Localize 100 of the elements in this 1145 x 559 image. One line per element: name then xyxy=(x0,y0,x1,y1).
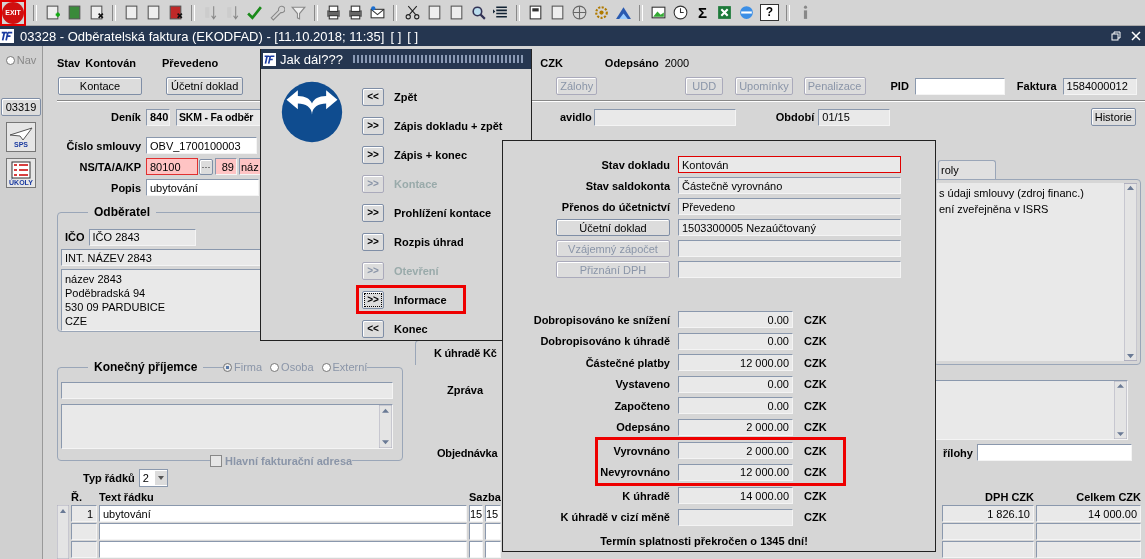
history-button[interactable]: Historie xyxy=(1090,108,1136,126)
scrollbar[interactable] xyxy=(379,405,392,448)
rule-field[interactable] xyxy=(593,108,736,126)
status-field[interactable]: Kontován xyxy=(678,156,901,173)
line-type-select[interactable]: 2 xyxy=(138,469,168,487)
scrollbar[interactable] xyxy=(1114,381,1127,439)
sort-icon[interactable] xyxy=(224,4,241,21)
spreadsheet-icon[interactable] xyxy=(716,4,733,21)
check-icon[interactable] xyxy=(246,4,263,21)
invoice-field[interactable]: 1584000012 xyxy=(1062,77,1137,95)
field-label: Stav saldokonta xyxy=(584,179,672,192)
clock-icon[interactable] xyxy=(672,4,689,21)
currency-label: CZK xyxy=(804,466,827,479)
scrollbar[interactable] xyxy=(1124,183,1137,361)
sort-icon[interactable] xyxy=(202,4,219,21)
description-label: Popis xyxy=(110,181,141,194)
attachments-field[interactable] xyxy=(976,444,1132,461)
table-cell: 15 xyxy=(469,505,483,522)
arrow-button[interactable]: >> xyxy=(362,145,384,164)
document-button[interactable]: Účetní doklad xyxy=(556,219,670,236)
action-button[interactable]: Účetní doklad xyxy=(166,77,244,95)
amount-field[interactable]: 2 000.00 xyxy=(678,418,793,436)
envelope-icon[interactable] xyxy=(369,4,386,21)
amount-field[interactable]: 0.00 xyxy=(678,375,793,393)
help-button[interactable]: ? xyxy=(760,4,779,21)
amount-field[interactable]: 0.00 xyxy=(678,332,793,350)
option-label: Informace xyxy=(394,293,447,306)
notes-field[interactable]: s údaji smlouvy (zdroj financ.) ení zveřejněna v ISRS xyxy=(937,183,1137,361)
order-label: Objednávka xyxy=(437,447,498,459)
arrow-button[interactable]: >> xyxy=(362,116,384,135)
window-title: 03328 - Odběratelská faktura (EKODFAD) - [11.10.2018; 11:35] xyxy=(20,28,385,44)
document-icon[interactable] xyxy=(88,4,105,21)
arrow-button[interactable]: >> xyxy=(362,203,384,222)
arrow-button[interactable]: >> xyxy=(362,232,384,251)
description-field[interactable]: ubytování xyxy=(146,179,259,196)
list-icon[interactable] xyxy=(492,4,509,21)
dialog-title: Jak dál??? xyxy=(280,51,343,67)
wrench-icon[interactable] xyxy=(268,4,285,21)
scissors-icon[interactable] xyxy=(404,4,421,21)
status-field[interactable] xyxy=(678,261,901,278)
account-code-field[interactable]: 80100 xyxy=(146,158,198,175)
amount-label: Započteno xyxy=(613,399,671,412)
printer-icon[interactable] xyxy=(347,4,364,21)
status-field[interactable]: Částečně vyrovnáno xyxy=(678,177,901,194)
gear-icon[interactable] xyxy=(593,4,610,21)
action-button[interactable]: Kontace xyxy=(58,77,142,95)
amount-field[interactable]: 0.00 xyxy=(678,311,793,329)
option-label: Zpět xyxy=(394,90,418,103)
attachments-label: řílohy xyxy=(943,446,973,459)
recipient-field[interactable] xyxy=(61,382,393,399)
calculator-icon[interactable] xyxy=(527,4,544,21)
amount-field[interactable]: 2 000.00 xyxy=(678,442,793,460)
address-field[interactable]: název 2843 Poděbradská 94 530 09 PARDUBICE CZE xyxy=(61,269,261,331)
amount-label: Dobropisováno k úhradě xyxy=(539,335,671,348)
scrollbar[interactable] xyxy=(57,505,69,559)
option-label: Otevření xyxy=(394,264,439,277)
printer-icon[interactable] xyxy=(325,4,342,21)
document-icon[interactable] xyxy=(167,4,184,21)
company-id-field[interactable]: IČO 2843 xyxy=(88,228,196,246)
pid-field[interactable] xyxy=(914,77,1005,95)
message-field[interactable] xyxy=(933,380,1128,440)
activity-field[interactable]: 89 xyxy=(215,158,237,175)
table-cell: ubytování xyxy=(99,505,467,522)
table-cell: 15 xyxy=(485,505,501,522)
arrow-button[interactable]: >> xyxy=(362,290,384,309)
field-label: Stav dokladu xyxy=(600,158,671,171)
restore-icon[interactable] xyxy=(1111,31,1121,41)
currency-label: CZK xyxy=(804,356,827,369)
record-button[interactable]: 03319 xyxy=(0,98,42,116)
recipient-address-field[interactable] xyxy=(61,404,393,449)
amount-field[interactable]: 14 000.00 xyxy=(678,487,793,505)
picture-icon[interactable] xyxy=(650,4,667,21)
contract-field[interactable]: OBV_1700100003 xyxy=(146,137,257,154)
currency-label: CZK xyxy=(804,444,827,457)
filter-icon[interactable] xyxy=(290,4,307,21)
tab[interactable]: roly xyxy=(938,160,996,179)
status-field[interactable]: Převedeno xyxy=(678,198,901,215)
period-field[interactable]: 01/15 xyxy=(818,108,891,126)
title-tag: [ ] xyxy=(407,28,419,44)
group-title: Konečný příjemce xyxy=(88,360,204,374)
table-cell xyxy=(469,541,483,558)
close-icon[interactable] xyxy=(1131,31,1141,41)
amount-field[interactable]: 12 000.00 xyxy=(678,463,793,481)
search-icon[interactable] xyxy=(470,4,487,21)
table-cell xyxy=(485,541,501,558)
paper-plane-icon xyxy=(9,126,33,141)
table-cell: 1 826.10 xyxy=(942,505,1034,522)
amount-field[interactable] xyxy=(678,508,793,526)
sum-button[interactable]: Σ xyxy=(694,4,711,21)
table-cell: 1 xyxy=(71,505,97,522)
amount-field[interactable]: 0.00 xyxy=(678,397,793,415)
status-field[interactable]: 1503300005 Nezaúčtovaný xyxy=(678,219,901,236)
lookup-button[interactable]: ··· xyxy=(199,158,213,175)
amount-label: Odepsáno xyxy=(615,421,671,434)
amount-field[interactable]: 12 000.00 xyxy=(678,354,793,372)
journal-code-field[interactable]: 840 xyxy=(146,108,170,126)
arrow-button[interactable]: << xyxy=(362,319,384,338)
customer-name-field[interactable]: INT. NÁZEV 2843 xyxy=(61,249,261,266)
status-field[interactable] xyxy=(678,240,901,257)
arrow-button[interactable]: << xyxy=(362,87,384,106)
